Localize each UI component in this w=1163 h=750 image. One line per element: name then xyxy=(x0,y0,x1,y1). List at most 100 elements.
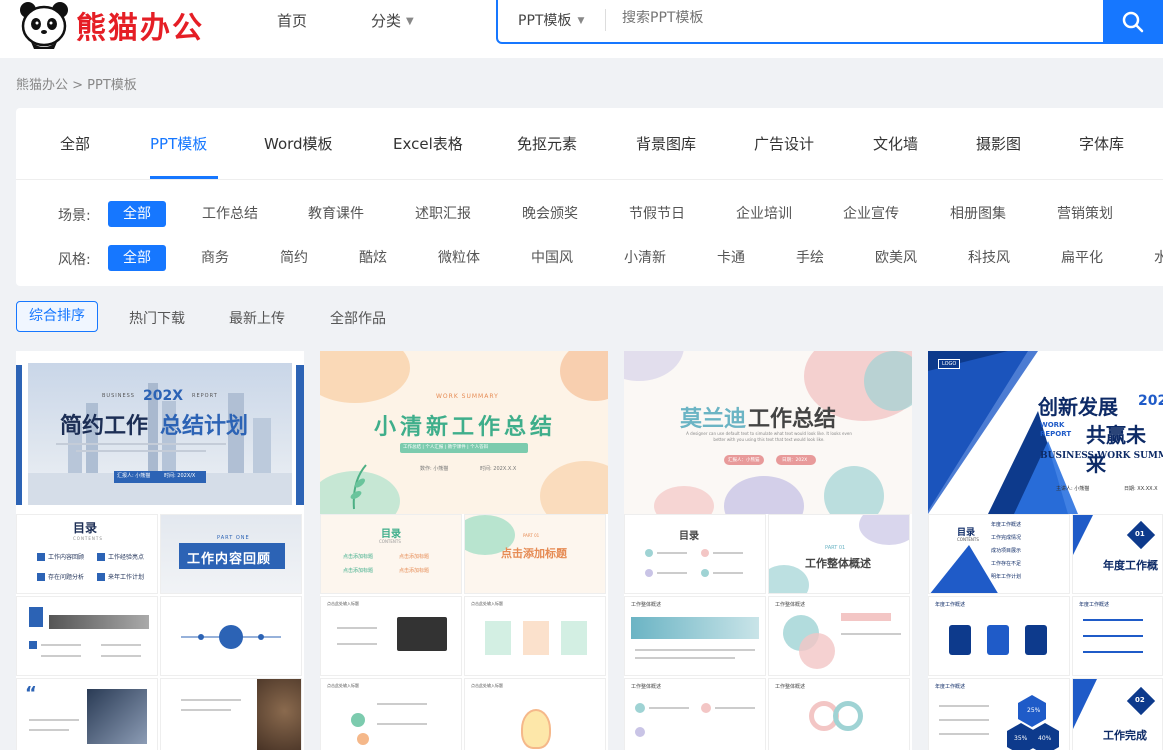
search-bar: PPT模板 ▼ xyxy=(496,0,1163,44)
scene-filter[interactable]: 节假节日 xyxy=(629,201,685,227)
toc-item: 点击添加标题 xyxy=(399,568,430,574)
slide-title: 目录 xyxy=(73,521,98,535)
toc-item: 点击添加标题 xyxy=(343,554,374,560)
sort-comprehensive-button[interactable]: 综合排序 xyxy=(16,301,98,332)
scene-filter[interactable]: 企业培训 xyxy=(736,201,792,227)
slide-header: 年度工作概述 xyxy=(935,684,966,690)
search-button[interactable] xyxy=(1103,0,1163,44)
cover-meta: 主讲人: 小熊猫 xyxy=(1056,486,1090,492)
category-tabs: 全部 PPT模板 Word模板 Excel表格 免抠元素 背景图库 广告设计 文… xyxy=(16,108,1163,180)
scene-filter[interactable]: 教育课件 xyxy=(308,201,364,227)
slide-thumbnail: 工作整体概述 xyxy=(624,596,766,676)
cover-meta: 日期: XX.XX.X xyxy=(1124,486,1158,492)
style-filter[interactable]: 水 xyxy=(1154,245,1163,271)
template-card[interactable]: LOGO 创新发展 202 WORK REPORT 共赢未来 BUSINESS … xyxy=(928,351,1163,750)
style-filter[interactable]: 扁平化 xyxy=(1061,245,1103,271)
slide-subtitle: CONTENTS xyxy=(957,537,979,542)
breadcrumb: 熊猫办公 > PPT模板 xyxy=(16,78,137,93)
cover-title: 创新发展 xyxy=(1038,395,1118,419)
template-cover: LOGO 创新发展 202 WORK REPORT 共赢未来 BUSINESS … xyxy=(928,351,1163,514)
style-filter[interactable]: 酷炫 xyxy=(359,245,387,271)
sort-hot-downloads[interactable]: 热门下载 xyxy=(129,308,185,328)
tab-photos[interactable]: 摄影图 xyxy=(976,133,1021,154)
template-cover: 莫兰迪 工作总结 A designer can use default text… xyxy=(624,351,912,514)
part-number: 02 xyxy=(1135,696,1145,704)
style-filter[interactable]: 欧美风 xyxy=(875,245,917,271)
slide-thumbnail: “ xyxy=(16,678,158,750)
nav-home-link[interactable]: 首页 xyxy=(277,10,307,31)
top-header: 熊猫办公 首页 分类 ▼ PPT模板 ▼ xyxy=(0,0,1163,58)
style-filter[interactable]: 简约 xyxy=(280,245,308,271)
tab-culture-wall[interactable]: 文化墙 xyxy=(873,133,918,154)
cover-meta: 数作: 小熊猫 xyxy=(420,466,449,472)
scene-filter[interactable]: 相册图集 xyxy=(950,201,1006,227)
tab-ppt[interactable]: PPT模板 xyxy=(150,133,207,154)
part-label: PART 01 xyxy=(825,545,846,551)
template-cover: BUSINESS 202X REPORT 简约工作 总结计划 汇报人: 小熊猫 … xyxy=(16,351,304,514)
style-filter[interactable]: 微粒体 xyxy=(438,245,480,271)
scene-label: 场景: xyxy=(58,208,91,224)
slide-header: 工作整体概述 xyxy=(775,684,806,690)
slide-thumbnail: PART ONE 工作内容回顾 xyxy=(160,514,302,594)
part-title: 工作整体概述 xyxy=(805,557,871,570)
site-logo[interactable]: 熊猫办公 xyxy=(18,0,204,50)
tab-excel[interactable]: Excel表格 xyxy=(393,133,463,154)
style-filter-all[interactable]: 全部 xyxy=(108,245,166,271)
style-filter[interactable]: 商务 xyxy=(201,245,229,271)
tab-backgrounds[interactable]: 背景图库 xyxy=(636,133,696,154)
template-cover: WORK SUMMARY 小清新工作总结 工作总结 | 个人汇报 | 教学课件 … xyxy=(320,351,608,514)
toc-item: 年度工作概述 xyxy=(991,522,1022,528)
part-title: 工作完成 xyxy=(1103,729,1147,742)
tab-all[interactable]: 全部 xyxy=(60,133,90,154)
slide-header: 工作整体概述 xyxy=(631,602,662,608)
cover-tag: BUSINESS xyxy=(102,393,135,399)
scene-filter[interactable]: 工作总结 xyxy=(202,201,258,227)
template-card[interactable]: WORK SUMMARY 小清新工作总结 工作总结 | 个人汇报 | 教学课件 … xyxy=(320,351,608,750)
percent-label: 25% xyxy=(1027,707,1041,714)
slide-title: 目录 xyxy=(679,531,699,542)
slide-subtitle: CONTENTS xyxy=(73,536,103,541)
style-filter[interactable]: 中国风 xyxy=(531,245,573,271)
toc-item: 明年工作计划 xyxy=(991,574,1022,580)
slide-header: 年度工作概述 xyxy=(1079,602,1110,608)
sort-all-works[interactable]: 全部作品 xyxy=(330,308,386,328)
slide-thumbnail: 点击此处输入标题 xyxy=(464,596,606,676)
caret-down-icon: ▼ xyxy=(406,16,414,27)
tab-word[interactable]: Word模板 xyxy=(264,133,333,154)
slide-thumbnail: 工作整体概述 xyxy=(624,678,766,750)
cover-accent-bar xyxy=(16,365,22,505)
slide-thumbnail: 点击此处输入标题 xyxy=(320,596,462,676)
slide-thumbnail: 目录 CONTENTS 工作内容回顾 工作经验亮点 存在问题分析 来年工作计划 xyxy=(16,514,158,594)
scene-filter[interactable]: 晚会颁奖 xyxy=(522,201,578,227)
cover-tag: REPORT xyxy=(192,393,218,399)
style-filter[interactable]: 小清新 xyxy=(624,245,666,271)
scene-filter[interactable]: 企业宣传 xyxy=(843,201,899,227)
search-divider xyxy=(605,9,606,31)
search-icon xyxy=(1122,11,1144,33)
search-type-select[interactable]: PPT模板 ▼ xyxy=(518,10,584,30)
cover-meta: 汇报人：小熊猫 xyxy=(728,458,760,463)
scene-filter[interactable]: 营销策划 xyxy=(1057,201,1113,227)
panda-logo-icon xyxy=(18,0,70,50)
slide-thumbnail xyxy=(160,678,302,750)
tab-cutout[interactable]: 免抠元素 xyxy=(517,133,577,154)
scene-filter-all[interactable]: 全部 xyxy=(108,201,166,227)
template-card[interactable]: 莫兰迪 工作总结 A designer can use default text… xyxy=(624,351,912,750)
cover-meta: 汇报人: 小熊猫 xyxy=(117,473,151,479)
tab-ad-design[interactable]: 广告设计 xyxy=(754,133,814,154)
sort-latest-upload[interactable]: 最新上传 xyxy=(229,308,285,328)
percent-label: 35% xyxy=(1014,735,1028,742)
nav-category-dropdown[interactable]: 分类 ▼ xyxy=(371,10,414,31)
toc-item: 工作内容回顾 xyxy=(48,554,85,561)
template-card[interactable]: BUSINESS 202X REPORT 简约工作 总结计划 汇报人: 小熊猫 … xyxy=(16,351,304,750)
style-filter[interactable]: 卡通 xyxy=(717,245,745,271)
slide-thumbnail xyxy=(16,596,158,676)
search-input[interactable] xyxy=(622,10,1072,26)
cover-title: 小清新工作总结 xyxy=(374,415,557,440)
style-filter[interactable]: 科技风 xyxy=(968,245,1010,271)
tab-fonts[interactable]: 字体库 xyxy=(1079,133,1124,154)
slide-header: 点击此处输入标题 xyxy=(327,601,359,606)
style-filter[interactable]: 手绘 xyxy=(796,245,824,271)
scene-filter[interactable]: 述职汇报 xyxy=(415,201,471,227)
cover-meta-box: 汇报人: 小熊猫 时间: 202X/X xyxy=(114,471,206,483)
